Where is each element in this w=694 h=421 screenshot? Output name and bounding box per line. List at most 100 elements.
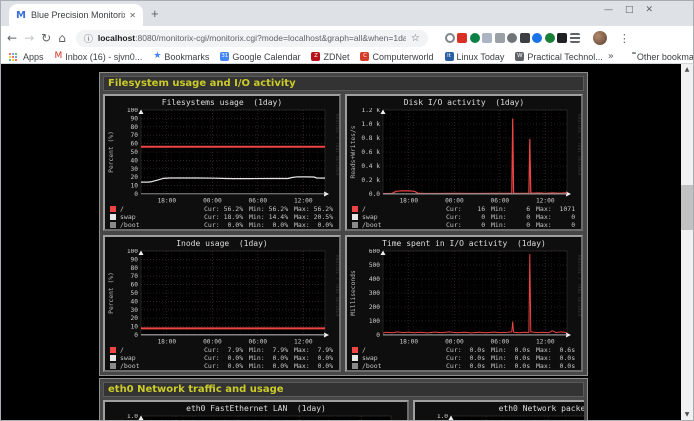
svg-text:30: 30	[131, 166, 139, 173]
bookmark-google-calendar[interactable]: 31Google Calendar	[220, 52, 300, 62]
svg-text:90: 90	[131, 256, 139, 263]
legend-value: Cur: 16	[446, 205, 491, 213]
pin-extension-icon[interactable]	[557, 33, 567, 43]
gmail-extension-icon[interactable]	[457, 33, 467, 43]
graph-canvas-tio: 010020030040050060018:0000:0006:0012:00M…	[347, 249, 581, 345]
bookmarks-overflow-chevron[interactable]: »	[608, 51, 614, 62]
dark-extension-icon[interactable]	[520, 33, 530, 43]
svg-text:300: 300	[369, 290, 380, 297]
graph-title-inode: Inode usage (1day)	[105, 239, 339, 249]
legend-value: Max: 0.6s	[536, 346, 581, 354]
svg-text:12:00: 12:00	[294, 339, 313, 346]
window-minimize-button[interactable]: —	[604, 5, 613, 15]
reload-icon[interactable]: ↻	[41, 32, 51, 44]
bookmark-linux-today[interactable]: ltLinux Today	[445, 52, 505, 62]
svg-text:1.0: 1.0	[127, 414, 138, 420]
svg-text:70: 70	[131, 273, 139, 280]
page-scrollbar[interactable]: ▲ ▼	[681, 64, 693, 421]
legend-series-name: /	[362, 346, 446, 354]
back-icon[interactable]: ←	[7, 32, 17, 44]
window-close-button[interactable]: ✕	[645, 5, 653, 15]
legend-row: swapCur: 0Min: 0Max: 0	[352, 213, 581, 221]
svg-text:12:00: 12:00	[294, 198, 313, 205]
legend-value: Max: 0	[536, 221, 581, 229]
svg-text:80: 80	[131, 265, 139, 272]
other-bookmarks-label[interactable]: Other bookmarks	[637, 52, 694, 62]
svg-text:10: 10	[131, 183, 139, 190]
hangouts-extension-icon[interactable]	[470, 33, 480, 43]
graph-title-tio: Time spent in I/O activity (1day)	[347, 239, 581, 249]
graph-panel-net[interactable]: eth0 FastEthernet LAN (1day)0.00.10.20.3…	[103, 400, 409, 421]
graph-title-fs: Filesystems usage (1day)	[105, 98, 339, 108]
svg-text:06:00: 06:00	[249, 339, 268, 346]
svg-text:90: 90	[131, 115, 139, 122]
browser-menu-icon[interactable]: ⋮	[619, 32, 630, 45]
tab-close-icon[interactable]: ✕	[129, 11, 136, 20]
legend-swatch	[110, 214, 116, 220]
legend-swatch	[110, 222, 116, 228]
tab-list-extension-icon[interactable]	[570, 33, 580, 43]
forward-icon[interactable]: →	[24, 32, 34, 44]
legend-swatch	[352, 355, 358, 361]
graph-panel-pkt[interactable]: eth0 Network packets (1day)0.00.10.20.30…	[413, 400, 584, 421]
scrollbar-up-arrow[interactable]: ▲	[681, 64, 693, 76]
legend-value: Max: 1071	[536, 205, 581, 213]
messenger-extension-icon[interactable]	[532, 33, 542, 43]
legend-value: Max: 0.0%	[294, 354, 339, 362]
legend-row: swapCur: 0.0%Min: 0.0%Max: 0.0%	[110, 354, 339, 362]
copy-pages-extension-icon[interactable]	[482, 33, 492, 43]
gray-extension-icon[interactable]	[495, 33, 505, 43]
legend-series-name: /boot	[362, 221, 446, 229]
graph-legend-tio: /Cur: 0.0sMin: 0.0sMax: 0.6sswapCur: 0.0…	[347, 346, 581, 370]
bookmark-practical-technology-icon: W	[515, 52, 524, 61]
bookmark-star-icon[interactable]: ☆	[411, 33, 420, 44]
graph-canvas-pkt: 0.00.10.20.30.40.50.60.70.80.91.018:0000…	[415, 414, 584, 421]
profile-avatar[interactable]	[593, 31, 607, 45]
graph-panel-fs[interactable]: Filesystems usage (1day)0102030405060708…	[103, 94, 341, 231]
bookmark-inbox[interactable]: MInbox (16) - sjvn0...	[55, 52, 143, 62]
browser-tab[interactable]: M Blue Precision Monitorix ✕	[9, 4, 143, 26]
bookmark-practical-technology[interactable]: WPractical Technol...	[515, 52, 602, 62]
graph-panel-tio[interactable]: Time spent in I/O activity (1day)0100200…	[345, 235, 583, 372]
search-extension-icon[interactable]	[445, 33, 455, 43]
svg-text:06:00: 06:00	[491, 198, 510, 205]
address-bar[interactable]: ⓘ localhost:8080/monitorix-cgi/monitorix…	[76, 30, 428, 47]
svg-text:RRDTOOL / TOBI OETIKER: RRDTOOL / TOBI OETIKER	[577, 255, 581, 317]
url-text: localhost:8080/monitorix-cgi/monitorix.c…	[98, 33, 406, 43]
svg-text:00:00: 00:00	[445, 198, 464, 205]
evernote-extension-icon[interactable]	[545, 33, 555, 43]
graph-panel-inode[interactable]: Inode usage (1day)0102030405060708090100…	[103, 235, 341, 372]
apps-label[interactable]: Apps	[23, 52, 44, 62]
legend-value: Min: 0	[491, 213, 536, 221]
bookmark-zdnet[interactable]: ZZDNet	[311, 52, 349, 62]
svg-text:100: 100	[127, 108, 138, 114]
graph-panel-dio[interactable]: Disk I/O activity (1day)0.00.2 k0.4 k0.6…	[345, 94, 583, 231]
window-maximize-button[interactable]: □	[625, 5, 634, 15]
legend-value: Cur: 18.9%	[204, 213, 249, 221]
legend-value: Min: 6	[491, 205, 536, 213]
legend-value: Min: 14.4%	[249, 213, 294, 221]
legend-swatch	[352, 206, 358, 212]
bookmark-bookmarks[interactable]: ★Bookmarks	[153, 52, 209, 62]
legend-row: /Cur: 56.2%Min: 56.2%Max: 56.2%	[110, 205, 339, 213]
browser-toolbar: ← → ↻ ⌂ ⓘ localhost:8080/monitorix-cgi/m…	[1, 26, 693, 50]
svg-text:Reads+Writes/s: Reads+Writes/s	[350, 125, 357, 178]
privacy-extension-icon[interactable]	[507, 33, 517, 43]
page-info-icon[interactable]: ⓘ	[84, 32, 93, 45]
legend-series-name: /boot	[120, 362, 204, 370]
apps-grid-icon[interactable]	[9, 53, 17, 61]
scrollbar-thumb[interactable]	[681, 185, 693, 230]
legend-value: Cur: 0	[446, 221, 491, 229]
new-tab-button[interactable]: +	[151, 6, 159, 21]
bookmark-computerworld[interactable]: CComputerworld	[360, 52, 433, 62]
legend-value: Max: 7.9%	[294, 346, 339, 354]
home-icon[interactable]: ⌂	[58, 32, 66, 44]
scrollbar-down-arrow[interactable]: ▼	[681, 409, 693, 421]
graph-title-net: eth0 FastEthernet LAN (1day)	[105, 404, 407, 414]
tab-strip: M Blue Precision Monitorix ✕ + — □ ✕	[1, 1, 693, 26]
legend-value: Min: 0.0%	[249, 221, 294, 229]
legend-row: /Cur: 0.0sMin: 0.0sMax: 0.6s	[352, 346, 581, 354]
bookmark-label: Practical Technol...	[527, 52, 602, 62]
url-path: :8080/monitorix-cgi/monitorix.cgi?mode=l…	[135, 33, 406, 43]
svg-text:0.0: 0.0	[369, 191, 380, 198]
